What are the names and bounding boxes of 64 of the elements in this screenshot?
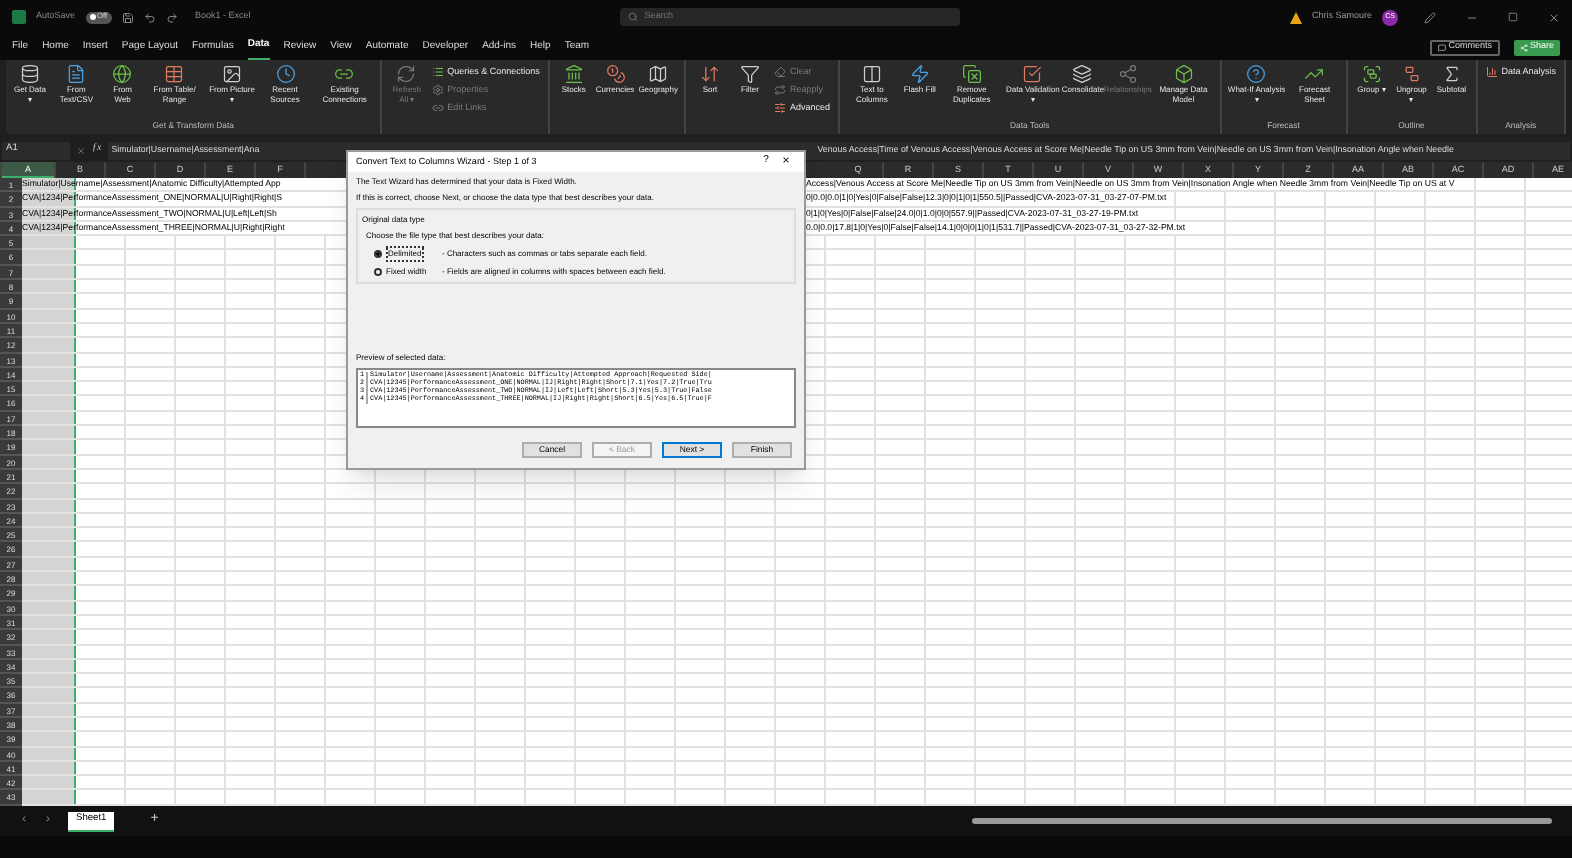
selected-cell[interactable]: [22, 426, 76, 439]
selected-cell[interactable]: [22, 484, 76, 497]
database-icon: [20, 64, 40, 84]
chart-icon: [1485, 66, 1498, 78]
selected-cell[interactable]: [22, 440, 76, 454]
trend-icon: [1304, 64, 1325, 84]
bank-icon: [563, 64, 584, 84]
selected-cell[interactable]: [22, 688, 76, 702]
pen-icon[interactable]: [1424, 11, 1436, 23]
selected-cell[interactable]: [22, 630, 76, 643]
lightning-icon: [909, 64, 930, 84]
question-icon: [1246, 64, 1267, 84]
list-icon: [431, 66, 444, 78]
sigma-icon: [1441, 64, 1462, 84]
cube-icon: [1173, 64, 1194, 84]
checkbox-icon: [1022, 64, 1043, 84]
redo-icon[interactable]: [165, 11, 178, 23]
selected-cell[interactable]: [22, 586, 76, 600]
selected-cell[interactable]: [22, 790, 76, 804]
selected-cell[interactable]: [22, 338, 76, 352]
sort-icon: [699, 64, 720, 84]
close-icon[interactable]: [1548, 11, 1560, 23]
comment-icon: [1438, 43, 1447, 51]
undo-icon[interactable]: [143, 11, 156, 23]
selected-cell[interactable]: [22, 572, 76, 585]
selected-cell[interactable]: [22, 382, 76, 395]
ungroup-icon: [1401, 64, 1422, 84]
search-icon: [628, 12, 639, 22]
horizontal-scrollbar[interactable]: [972, 818, 1552, 824]
map-icon: [648, 64, 669, 84]
link-icon: [334, 64, 355, 84]
network-icon: [1117, 64, 1138, 84]
sliders-icon: [773, 102, 786, 114]
refresh-icon: [396, 64, 417, 84]
selected-cell[interactable]: [22, 528, 76, 541]
selected-cell[interactable]: [22, 396, 76, 410]
filter-icon: [739, 64, 760, 84]
excel-logo-icon: [12, 10, 26, 24]
eraser-icon: [773, 66, 786, 78]
selected-cell[interactable]: [22, 732, 76, 746]
save-icon[interactable]: [121, 11, 134, 23]
selected-cell[interactable]: [22, 280, 76, 293]
link-icon: [431, 102, 444, 114]
layers-icon: [1072, 64, 1093, 84]
gear-icon: [431, 84, 444, 96]
selected-cell[interactable]: [22, 674, 76, 687]
share-icon: [1519, 43, 1528, 51]
repeat-icon: [773, 84, 786, 96]
minimize-icon[interactable]: [1466, 11, 1478, 23]
globe-icon: [112, 64, 133, 84]
selected-cell[interactable]: [22, 250, 76, 264]
selected-cell[interactable]: [22, 236, 76, 249]
selected-cell[interactable]: [22, 294, 76, 308]
table-icon: [164, 64, 185, 84]
selected-cell[interactable]: [22, 542, 76, 556]
image-icon: [222, 64, 243, 84]
group-icon: [1361, 64, 1382, 84]
columns-icon: [861, 64, 882, 84]
coins-icon: [605, 64, 626, 84]
clock-icon: [275, 64, 296, 84]
remove-icon: [961, 64, 982, 84]
selected-cell[interactable]: [22, 776, 76, 789]
maximize-icon[interactable]: [1508, 12, 1518, 22]
document-icon: [66, 64, 87, 84]
